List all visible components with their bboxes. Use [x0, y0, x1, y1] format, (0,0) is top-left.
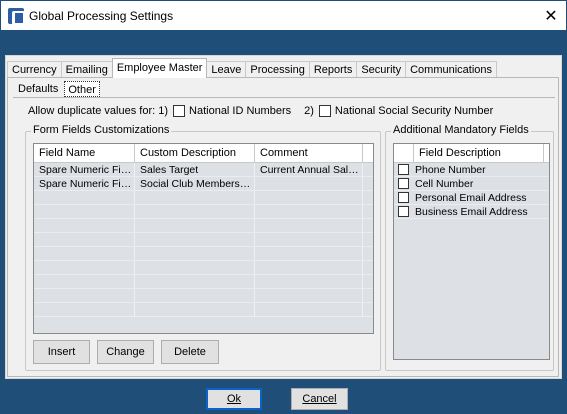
tab-security[interactable]: Security — [356, 61, 407, 78]
tab-employee-master[interactable]: Employee Master — [111, 58, 208, 78]
list-item[interactable]: Business Email Address — [394, 205, 549, 219]
window-title: Global Processing Settings — [29, 9, 174, 23]
main-tabs: Currency Emailing Employee Master Leave … — [7, 58, 498, 78]
cell-field-name: Spare Numeric Field 2 — [34, 177, 135, 190]
cell-comment: Current Annual Sale of ... — [255, 163, 363, 176]
national-id-label: National ID Numbers — [189, 105, 292, 117]
business-email-checkbox[interactable] — [398, 206, 409, 217]
cell-field-name: Spare Numeric Field 1 — [34, 163, 135, 176]
tab-communications[interactable]: Communications — [405, 61, 498, 78]
list-item-label: Business Email Address — [415, 205, 528, 218]
cell-comment — [255, 177, 363, 190]
tab-currency[interactable]: Currency — [7, 61, 62, 78]
tab-processing[interactable]: Processing — [245, 61, 310, 78]
empty-row — [34, 289, 373, 303]
list-item-label: Personal Email Address — [415, 191, 527, 204]
social-security-checkbox[interactable] — [318, 105, 331, 117]
column-header-field-description[interactable]: Field Description — [414, 144, 544, 162]
ok-button[interactable]: Ok — [206, 388, 262, 410]
column-header-field-name[interactable]: Field Name — [34, 144, 135, 162]
ok-button-label: Ok — [226, 393, 242, 405]
phone-number-checkbox[interactable] — [398, 164, 409, 175]
table-row[interactable]: Spare Numeric Field 2 Social Club Member… — [34, 177, 373, 191]
list-item[interactable]: Personal Email Address — [394, 191, 549, 205]
empty-row — [34, 275, 373, 289]
empty-row — [34, 233, 373, 247]
cell-number-checkbox[interactable] — [398, 178, 409, 189]
empty-row — [34, 219, 373, 233]
empty-row — [34, 247, 373, 261]
form-fields-grid[interactable]: Field Name Custom Description Comment Sp… — [33, 143, 374, 334]
title-band — [1, 30, 566, 55]
mandatory-fields-grid[interactable]: Field Description Phone Number Cell Numb… — [393, 143, 550, 360]
list-item[interactable]: Cell Number — [394, 177, 549, 191]
grid-header: Field Description — [394, 144, 549, 163]
dialog-body: Currency Emailing Employee Master Leave … — [5, 55, 562, 379]
national-id-checkbox[interactable] — [173, 105, 186, 117]
mandatory-fields-group-label: Additional Mandatory Fields — [391, 124, 531, 136]
list-item[interactable]: Phone Number — [394, 163, 549, 177]
form-fields-group: Form Fields Customizations Field Name Cu… — [25, 124, 381, 371]
list-item-label: Phone Number — [415, 163, 486, 176]
change-button[interactable]: Change — [97, 340, 154, 364]
tab-leave[interactable]: Leave — [206, 61, 247, 78]
cell-custom-description: Sales Target — [135, 163, 255, 176]
duplicate-values-row: Allow duplicate values for: 1) National … — [28, 105, 493, 117]
table-row[interactable]: Spare Numeric Field 1 Sales Target Curre… — [34, 163, 373, 177]
subtab-defaults[interactable]: Defaults — [15, 81, 61, 97]
empty-row — [34, 261, 373, 275]
close-icon[interactable]: ✕ — [536, 1, 566, 30]
cancel-button-label: Cancel — [302, 393, 337, 405]
column-header-comment[interactable]: Comment — [255, 144, 363, 162]
insert-button[interactable]: Insert — [33, 340, 90, 364]
form-fields-group-label: Form Fields Customizations — [31, 124, 172, 136]
empty-row — [34, 191, 373, 205]
list-item-label: Cell Number — [415, 177, 474, 190]
grid-header: Field Name Custom Description Comment — [34, 144, 373, 163]
app-icon — [8, 8, 25, 25]
dialog-window: Global Processing Settings ✕ Currency Em… — [0, 0, 567, 414]
subtab-divider — [13, 97, 555, 98]
empty-row — [34, 303, 373, 317]
duplicate-prefix-label: Allow duplicate values for: 1) — [28, 105, 169, 117]
column-header-checkbox — [394, 144, 414, 162]
cell-custom-description: Social Club Membership ... — [135, 177, 255, 190]
social-security-label: National Social Security Number — [334, 105, 494, 117]
column-header-custom-description[interactable]: Custom Description — [135, 144, 255, 162]
delete-button[interactable]: Delete — [161, 340, 219, 364]
option2-prefix-label: 2) — [304, 105, 314, 117]
personal-email-checkbox[interactable] — [398, 192, 409, 203]
tab-panel-employee-master: Defaults Other Allow duplicate values fo… — [7, 77, 559, 377]
tab-emailing[interactable]: Emailing — [60, 61, 113, 78]
mandatory-fields-group: Additional Mandatory Fields Field Descri… — [385, 124, 554, 371]
tab-reports[interactable]: Reports — [308, 61, 358, 78]
empty-row — [34, 205, 373, 219]
title-bar: Global Processing Settings ✕ — [1, 1, 566, 30]
cancel-button[interactable]: Cancel — [291, 388, 348, 410]
sub-tabs: Defaults Other — [15, 81, 103, 97]
subtab-other[interactable]: Other — [64, 81, 100, 97]
